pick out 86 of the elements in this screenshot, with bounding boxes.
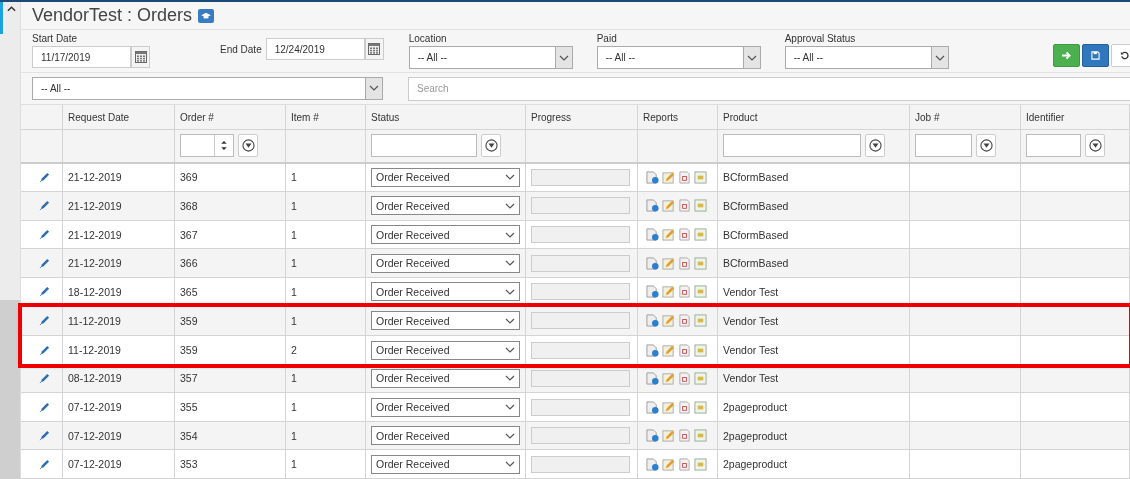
table-cell: 355 xyxy=(175,393,286,421)
status-dropdown[interactable]: Order Received xyxy=(371,167,520,187)
table-cell: 21-12-2019 xyxy=(63,249,175,277)
table-cell: 08-12-2019 xyxy=(63,364,175,393)
status-dropdown[interactable]: Order Received xyxy=(371,340,520,360)
table-cell: 1 xyxy=(286,192,366,220)
field-label: Paid xyxy=(596,33,618,44)
table-cell: 365 xyxy=(175,277,286,306)
status-dropdown[interactable]: Order Received xyxy=(371,397,520,417)
table-cell: 07-12-2019 xyxy=(63,450,175,478)
table-row[interactable]: 11-12-2019 359 2 Order Received Vendor Test xyxy=(21,336,1130,365)
field-label: End Date xyxy=(220,43,262,55)
table-cell: 357 xyxy=(175,364,286,393)
table-cell: 1 xyxy=(286,220,366,249)
table-cell: BCformBased xyxy=(718,163,910,192)
table-cell: 21-12-2019 xyxy=(63,192,175,220)
table-cell: 07-12-2019 xyxy=(63,393,175,421)
table-cell: 369 xyxy=(175,163,286,192)
table-cell: 354 xyxy=(175,421,286,450)
column-header: Order # xyxy=(180,111,214,123)
status-dropdown[interactable]: Order Received xyxy=(371,196,520,216)
table-cell: 21-12-2019 xyxy=(63,163,175,192)
table-row[interactable]: 21-12-2019 369 1 Order Received BCformBased xyxy=(21,163,1130,193)
table-cell: 367 xyxy=(175,220,286,249)
column-header: Request Date xyxy=(68,111,130,123)
status-dropdown[interactable]: Order Received xyxy=(371,368,520,388)
table-cell: 1 xyxy=(286,249,366,277)
column-header: Progress xyxy=(531,111,571,123)
table-row[interactable]: 07-12-2019 354 1 Order Received 2pageproduct xyxy=(21,421,1130,451)
table-cell: 368 xyxy=(175,192,286,220)
status-dropdown[interactable]: Order Received xyxy=(371,426,520,446)
date-field[interactable]: 12/24/2019 xyxy=(265,38,365,60)
column-header: Reports xyxy=(643,111,678,123)
table-cell: Vendor Test xyxy=(718,364,910,393)
field-label: Approval Status xyxy=(784,33,857,44)
table-cell: BCformBased xyxy=(718,192,910,220)
table-cell: 1 xyxy=(286,277,366,306)
table-cell: 2pageproduct xyxy=(718,421,910,450)
search-field[interactable]: Search xyxy=(408,76,1130,101)
table-cell: 2pageproduct xyxy=(718,393,910,421)
table-cell: 1 xyxy=(286,306,366,336)
table-cell: 353 xyxy=(175,450,286,478)
table-cell: 18-12-2019 xyxy=(63,277,175,306)
table-cell: 1 xyxy=(286,393,366,421)
table-row[interactable]: 21-12-2019 368 1 Order Received BCformBased xyxy=(21,192,1130,221)
table-cell: 2 xyxy=(286,336,366,365)
table-row[interactable]: 11-12-2019 359 1 Order Received Vendor Test xyxy=(21,306,1130,337)
select-dropdown[interactable]: -- All -- xyxy=(596,46,761,69)
table-row[interactable]: 21-12-2019 367 1 Order Received BCformBased xyxy=(21,220,1130,250)
table-cell: 1 xyxy=(286,364,366,393)
table-cell: 1 xyxy=(286,450,366,478)
field-label: Location xyxy=(408,33,448,44)
status-dropdown[interactable]: Order Received xyxy=(371,454,520,474)
field-label: Start Date xyxy=(32,33,79,44)
column-header: Job # xyxy=(915,111,940,123)
status-dropdown[interactable]: Order Received xyxy=(371,282,520,302)
column-header: Product xyxy=(723,111,758,123)
column-header: Identifier xyxy=(1026,111,1065,123)
select-dropdown[interactable]: -- All -- xyxy=(784,46,949,69)
select-dropdown[interactable]: -- All -- xyxy=(408,46,573,69)
table-cell: 359 xyxy=(175,336,286,365)
status-dropdown[interactable]: Order Received xyxy=(371,311,520,331)
status-dropdown[interactable]: Order Received xyxy=(371,253,520,273)
table-cell: 07-12-2019 xyxy=(63,421,175,450)
table-cell: 21-12-2019 xyxy=(63,220,175,249)
table-cell: 11-12-2019 xyxy=(63,336,175,365)
table-cell: 2pageproduct xyxy=(718,450,910,478)
table-cell: BCformBased xyxy=(718,249,910,277)
table-cell: Vendor Test xyxy=(718,336,910,365)
column-header: Item # xyxy=(291,111,319,123)
table-cell: 366 xyxy=(175,249,286,277)
table-cell: Vendor Test xyxy=(718,306,910,336)
table-row[interactable]: 21-12-2019 366 1 Order Received BCformBased xyxy=(21,249,1130,278)
select-dropdown[interactable]: -- All -- xyxy=(32,76,383,100)
date-field[interactable]: 11/17/2019 xyxy=(32,46,131,68)
table-cell: 1 xyxy=(286,163,366,192)
table-cell: BCformBased xyxy=(718,220,910,249)
table-cell: 11-12-2019 xyxy=(63,306,175,336)
status-dropdown[interactable]: Order Received xyxy=(371,225,520,244)
table-row[interactable]: 07-12-2019 355 1 Order Received 2pageproduct xyxy=(21,393,1130,422)
table-cell: Vendor Test xyxy=(718,277,910,306)
table-row[interactable]: 07-12-2019 353 1 Order Received 2pageproduct xyxy=(21,450,1130,479)
table-cell: 359 xyxy=(175,306,286,336)
table-cell: 1 xyxy=(286,421,366,450)
page-title: VendorTest : Orders xyxy=(32,5,193,26)
column-header: Status xyxy=(371,111,400,123)
